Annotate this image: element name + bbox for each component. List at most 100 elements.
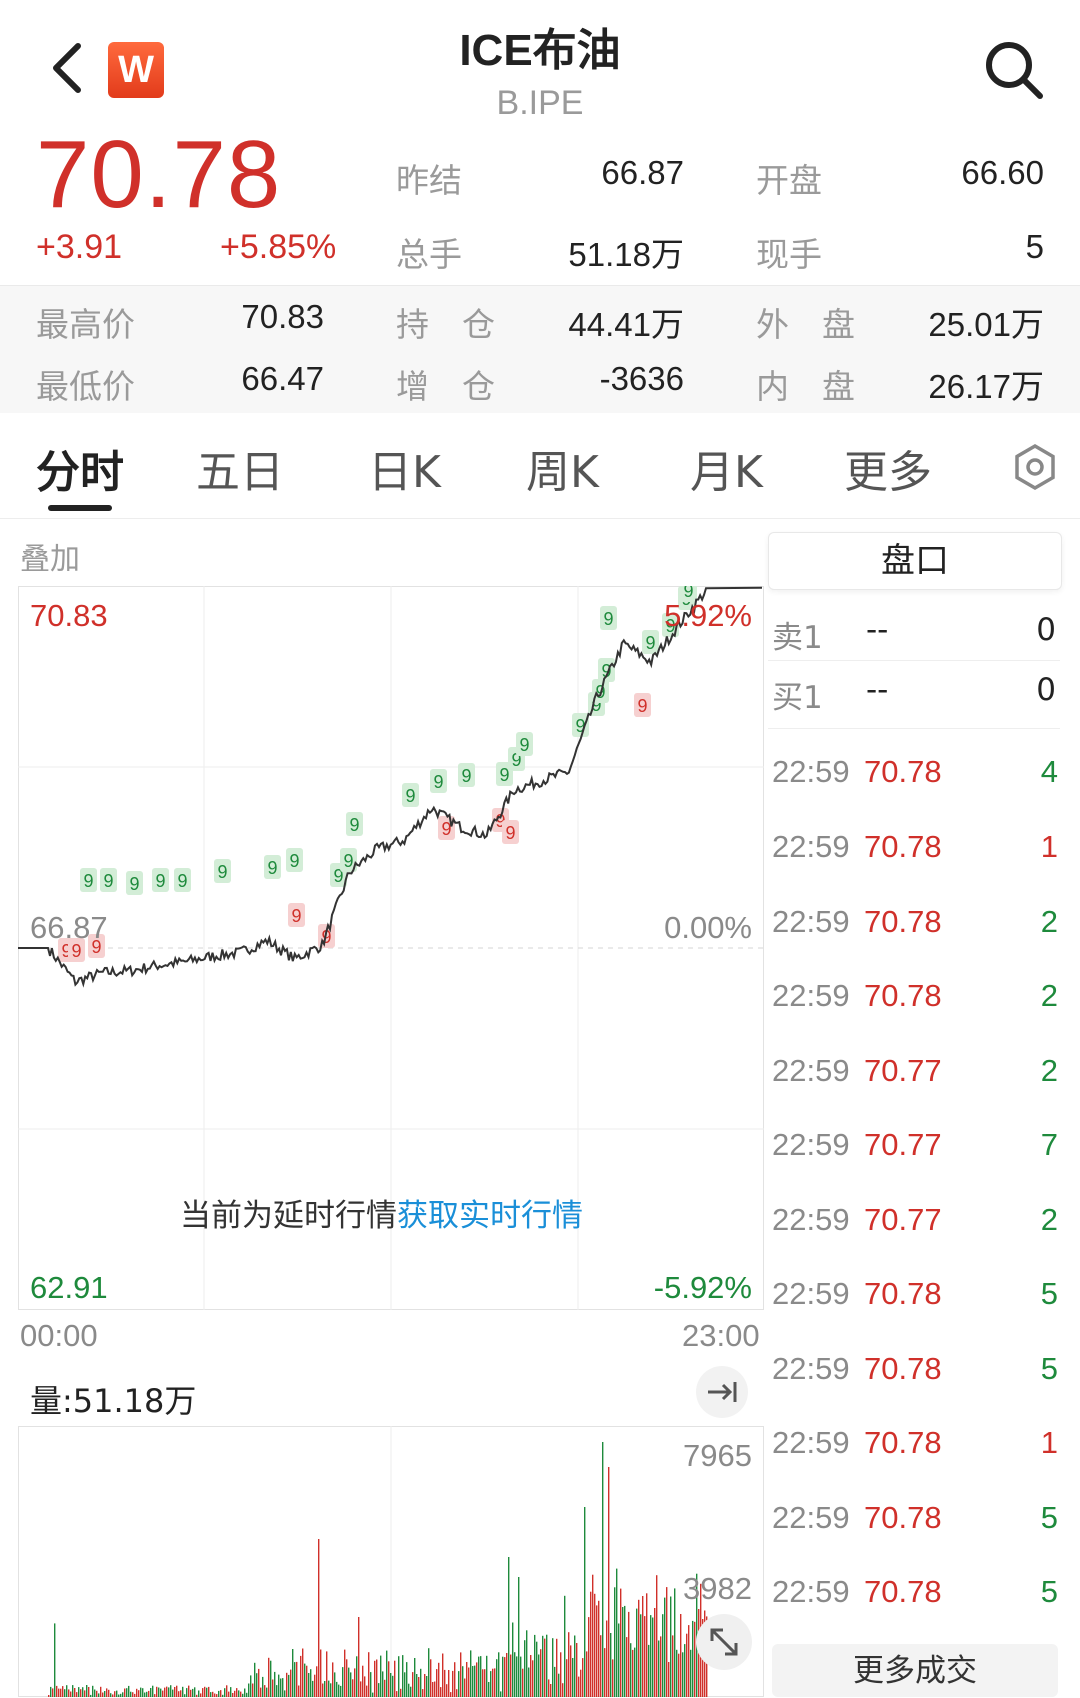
volume-bar: [164, 1687, 166, 1697]
volume-bar: [530, 1655, 532, 1697]
trade-qty: 2: [1040, 1202, 1058, 1237]
volume-bar: [412, 1672, 414, 1697]
volume-bar: [554, 1666, 556, 1697]
volume-bar: [218, 1690, 220, 1697]
volume-bar: [316, 1666, 318, 1697]
volume-bar: [678, 1653, 680, 1697]
stat-label: 昨结: [396, 161, 462, 200]
volume-bar: [276, 1685, 278, 1697]
delay-text: 当前为延时行情: [180, 1198, 397, 1234]
svg-text:9: 9: [519, 735, 529, 755]
svg-text:9: 9: [177, 871, 187, 891]
volume-bar: [500, 1691, 502, 1697]
volume-bar: [690, 1649, 692, 1697]
volume-bar: [220, 1690, 222, 1697]
volume-bar: [228, 1691, 230, 1697]
volume-bar: [214, 1693, 216, 1697]
tab-weekly-k[interactable]: 周K: [526, 436, 599, 500]
signal-marker: 9: [80, 868, 97, 892]
page-subtitle: B.IPE: [496, 84, 584, 122]
volume-bar: [300, 1655, 302, 1697]
volume-bar: [172, 1689, 174, 1697]
volume-bar: [674, 1588, 676, 1697]
volume-bar: [510, 1654, 512, 1697]
stat-value: 26.17万: [928, 368, 1044, 405]
volume-bar: [424, 1674, 426, 1697]
trade-time: 22:59: [772, 1425, 850, 1460]
trade-price: 70.78: [864, 1276, 942, 1311]
volume-bar: [670, 1596, 672, 1697]
tab-more[interactable]: 更多: [844, 436, 932, 500]
ask-label: 卖1: [772, 620, 823, 656]
volume-bar: [502, 1656, 504, 1697]
svg-text:9: 9: [637, 696, 647, 716]
more-trades-button[interactable]: 更多成交: [772, 1644, 1058, 1697]
jump-to-end-icon[interactable]: [696, 1366, 748, 1418]
tab-daily-k[interactable]: 日K: [368, 436, 441, 500]
tab-five-day[interactable]: 五日: [196, 436, 284, 500]
volume-bar: [140, 1687, 142, 1697]
trade-time: 22:59: [772, 1500, 850, 1535]
search-icon[interactable]: [982, 38, 1046, 102]
volume-bar: [210, 1692, 212, 1697]
tab-monthly-k[interactable]: 月K: [690, 436, 763, 500]
volume-bar: [652, 1617, 654, 1697]
volume-bar: [56, 1685, 58, 1697]
volume-bar: [590, 1591, 592, 1697]
volume-bar: [50, 1686, 52, 1697]
volume-bar: [564, 1595, 566, 1697]
signal-marker: 9: [642, 630, 659, 654]
volume-bar: [414, 1658, 416, 1697]
volume-chart[interactable]: 7965 3982: [18, 1426, 764, 1697]
realtime-link[interactable]: 获取实时行情: [397, 1198, 583, 1234]
volume-bar: [372, 1692, 374, 1697]
svg-text:9: 9: [289, 851, 299, 871]
volume-bar: [142, 1688, 144, 1697]
volume-bar: [536, 1641, 538, 1697]
volume-bar: [66, 1685, 68, 1697]
tab-intraday[interactable]: 分时: [36, 436, 124, 500]
svg-text:9: 9: [291, 906, 301, 926]
volume-bar: [238, 1690, 240, 1697]
trade-row: 22:59 70.78 5: [772, 1574, 1058, 1634]
volume-bar: [270, 1660, 272, 1697]
volume-bar: [682, 1652, 684, 1697]
volume-bar: [474, 1665, 476, 1697]
stat-value: 51.18万: [568, 236, 684, 273]
volume-bar: [166, 1686, 168, 1697]
signal-marker: 9: [458, 763, 475, 787]
volume-bar: [506, 1653, 508, 1697]
volume-bar: [308, 1673, 310, 1697]
signal-marker: 9: [598, 658, 615, 682]
svg-text:9: 9: [83, 871, 93, 891]
trade-row: 22:59 70.77 2: [772, 1202, 1058, 1262]
settings-hexagon-icon[interactable]: [1010, 442, 1060, 492]
trade-row: 22:59 70.78 4: [772, 754, 1058, 814]
volume-bar: [78, 1687, 80, 1697]
volume-bar: [648, 1644, 650, 1697]
expand-icon[interactable]: [696, 1614, 752, 1670]
volume-bar: [586, 1651, 588, 1697]
trade-row: 22:59 70.78 5: [772, 1500, 1058, 1560]
volume-bar: [464, 1678, 466, 1697]
volume-bar: [336, 1681, 338, 1697]
volume-bar: [304, 1663, 306, 1697]
signal-marker: 9: [286, 848, 303, 872]
volume-bar: [298, 1685, 300, 1697]
orderbook-tab[interactable]: 盘口: [768, 532, 1062, 590]
time-axis-start: 00:00: [20, 1318, 98, 1353]
volume-bar: [334, 1672, 336, 1697]
volume-bar: [80, 1689, 82, 1697]
stat-label: 内 盘: [756, 367, 855, 406]
volume-bar: [126, 1688, 128, 1697]
trade-qty: 5: [1040, 1500, 1058, 1535]
volume-bars: [48, 1442, 708, 1697]
volume-bar: [144, 1692, 146, 1697]
price-change-pct: +5.85%: [220, 228, 337, 266]
volume-bar: [52, 1688, 54, 1697]
overlay-button[interactable]: 叠加: [20, 534, 80, 578]
volume-bar: [282, 1678, 284, 1697]
volume-bar: [378, 1683, 380, 1697]
volume-bar: [692, 1620, 694, 1697]
signal-markers: 99999999999999999999999999999999999: [58, 586, 697, 962]
